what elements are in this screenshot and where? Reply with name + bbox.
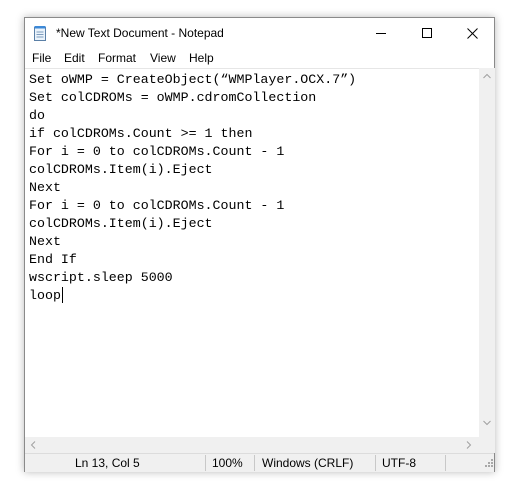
notepad-app-icon[interactable] bbox=[33, 25, 47, 41]
text-editor[interactable]: Set oWMP = CreateObject(“WMPlayer.OCX.7”… bbox=[25, 68, 479, 438]
menu-format[interactable]: Format bbox=[98, 51, 136, 65]
editor-line: Next bbox=[29, 180, 61, 195]
editor-line: For i = 0 to colCDROMs.Count - 1 bbox=[29, 198, 285, 213]
menu-edit[interactable]: Edit bbox=[64, 51, 85, 65]
chevron-down-icon[interactable] bbox=[483, 420, 491, 426]
minimize-button[interactable] bbox=[358, 18, 404, 48]
menu-file[interactable]: File bbox=[32, 51, 51, 65]
menu-view[interactable]: View bbox=[150, 51, 176, 65]
maximize-button[interactable] bbox=[404, 18, 450, 48]
editor-line: wscript.sleep 5000 bbox=[29, 270, 173, 285]
editor-line: colCDROMs.Item(i).Eject bbox=[29, 216, 213, 231]
notepad-window: *New Text Document - Notepad File Edit F… bbox=[24, 17, 495, 472]
editor-line: colCDROMs.Item(i).Eject bbox=[29, 162, 213, 177]
close-icon bbox=[466, 27, 478, 39]
status-divider bbox=[445, 455, 446, 471]
status-zoom: 100% bbox=[212, 456, 243, 470]
editor-line: loop bbox=[29, 288, 61, 303]
chevron-up-icon[interactable] bbox=[483, 73, 491, 79]
close-button[interactable] bbox=[449, 18, 495, 48]
editor-line: do bbox=[29, 108, 45, 123]
scrollbar-corner bbox=[479, 437, 495, 453]
status-bar: Ln 13, Col 5 100% Windows (CRLF) UTF-8 bbox=[25, 453, 494, 472]
status-cursor-position: Ln 13, Col 5 bbox=[75, 456, 140, 470]
window-title: *New Text Document - Notepad bbox=[56, 26, 224, 40]
editor-line: For i = 0 to colCDROMs.Count - 1 bbox=[29, 144, 285, 159]
editor-line: Set oWMP = CreateObject(“WMPlayer.OCX.7”… bbox=[29, 72, 357, 87]
status-divider bbox=[375, 455, 376, 471]
menu-help[interactable]: Help bbox=[189, 51, 214, 65]
horizontal-scrollbar[interactable] bbox=[25, 437, 479, 453]
chevron-right-icon[interactable] bbox=[466, 441, 472, 449]
chevron-left-icon[interactable] bbox=[30, 441, 36, 449]
minimize-icon bbox=[376, 33, 386, 34]
status-line-ending: Windows (CRLF) bbox=[262, 456, 354, 470]
maximize-icon bbox=[422, 28, 432, 38]
vertical-scrollbar[interactable] bbox=[479, 68, 495, 437]
menu-bar: File Edit Format View Help bbox=[25, 48, 494, 68]
status-divider bbox=[205, 455, 206, 471]
editor-line: Next bbox=[29, 234, 61, 249]
editor-line: if colCDROMs.Count >= 1 then bbox=[29, 126, 253, 141]
status-divider bbox=[254, 455, 255, 471]
resize-grip-icon[interactable] bbox=[484, 457, 494, 469]
editor-line: Set colCDROMs = oWMP.cdromCollection bbox=[29, 90, 317, 105]
title-bar[interactable]: *New Text Document - Notepad bbox=[25, 18, 494, 48]
editor-line: End If bbox=[29, 252, 77, 267]
status-encoding: UTF-8 bbox=[382, 456, 416, 470]
text-caret bbox=[62, 287, 63, 303]
